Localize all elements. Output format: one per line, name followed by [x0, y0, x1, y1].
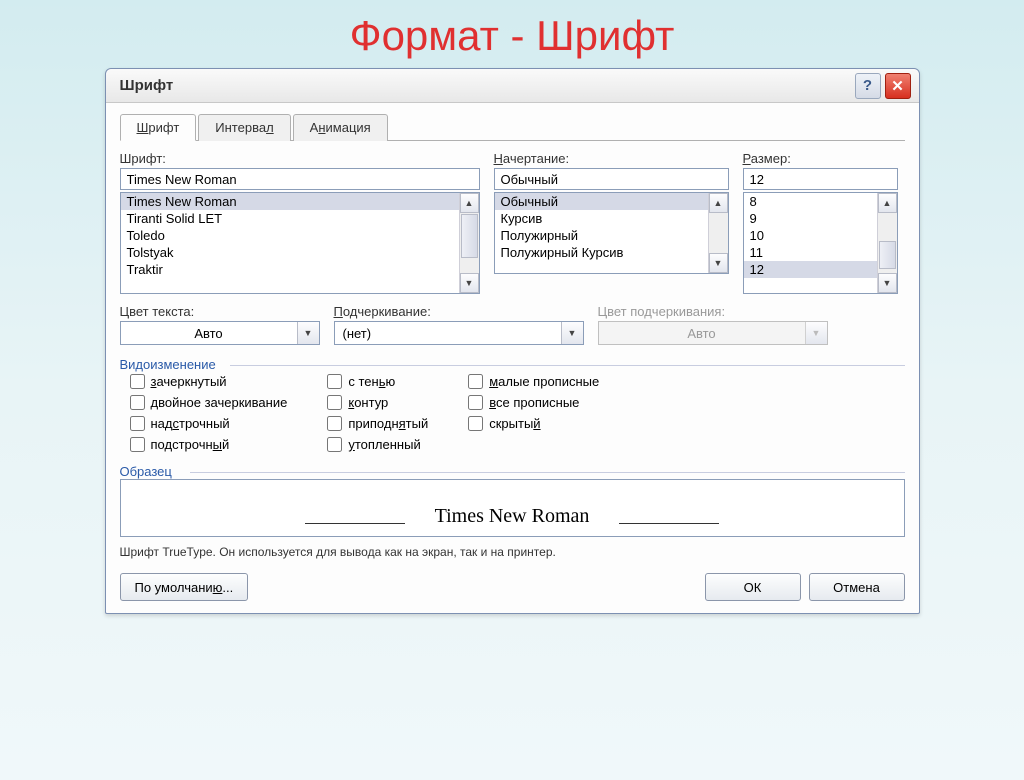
size-input[interactable] — [743, 168, 898, 190]
list-item[interactable]: Курсив — [495, 210, 708, 227]
font-label: Шрифт: — [120, 151, 480, 166]
list-item[interactable]: Times New Roman — [121, 193, 459, 210]
check-allcaps[interactable]: все прописные — [468, 395, 599, 410]
list-item[interactable]: Полужирный Курсив — [495, 244, 708, 261]
check-engrave[interactable]: утопленный — [327, 437, 428, 452]
list-item[interactable]: Tiranti Solid LET — [121, 210, 459, 227]
check-strikethrough[interactable]: зачеркнутый — [130, 374, 288, 389]
check-superscript[interactable]: надстрочный — [130, 416, 288, 431]
scroll-up-icon[interactable]: ▲ — [709, 193, 728, 213]
underline-color-dropdown: Авто ▼ — [598, 321, 828, 345]
list-item[interactable]: 11 — [744, 244, 877, 261]
list-item[interactable]: Обычный — [495, 193, 708, 210]
slide-title: Формат - Шрифт — [0, 12, 1024, 60]
default-button[interactable]: По умолчанию... — [120, 573, 249, 601]
text-color-label: Цвет текста: — [120, 304, 320, 319]
style-listbox[interactable]: Обычный Курсив Полужирный Полужирный Кур… — [494, 192, 729, 274]
scrollbar[interactable]: ▲ ▼ — [459, 193, 479, 293]
check-emboss[interactable]: приподнятый — [327, 416, 428, 431]
scroll-up-icon[interactable]: ▲ — [878, 193, 897, 213]
check-smallcaps[interactable]: малые прописные — [468, 374, 599, 389]
scrollbar[interactable]: ▲ ▼ — [708, 193, 728, 273]
check-shadow[interactable]: с тенью — [327, 374, 428, 389]
tab-font[interactable]: Шрифт — [120, 114, 197, 141]
tabstrip: Шрифт Интервал Анимация — [120, 113, 905, 141]
font-listbox[interactable]: Times New Roman Tiranti Solid LET Toledo… — [120, 192, 480, 294]
check-subscript[interactable]: подстрочный — [130, 437, 288, 452]
list-item[interactable]: Toledo — [121, 227, 459, 244]
style-input[interactable] — [494, 168, 729, 190]
scroll-up-icon[interactable]: ▲ — [460, 193, 479, 213]
style-label: Начертание: — [494, 151, 729, 166]
list-item[interactable]: 12 — [744, 261, 877, 278]
titlebar: Шрифт ? ✕ — [106, 69, 919, 103]
tab-spacing[interactable]: Интервал — [198, 114, 290, 141]
ok-button[interactable]: ОК — [705, 573, 801, 601]
underline-color-label: Цвет подчеркивания: — [598, 304, 828, 319]
size-label: Размер: — [743, 151, 898, 166]
underline-dropdown[interactable]: (нет) ▼ — [334, 321, 584, 345]
list-item[interactable]: 10 — [744, 227, 877, 244]
cancel-button[interactable]: Отмена — [809, 573, 905, 601]
check-outline[interactable]: контур — [327, 395, 428, 410]
list-item[interactable]: 8 — [744, 193, 877, 210]
scroll-down-icon[interactable]: ▼ — [709, 253, 728, 273]
underline-label: Подчеркивание: — [334, 304, 584, 319]
tab-animation[interactable]: Анимация — [293, 114, 388, 141]
chevron-down-icon[interactable]: ▼ — [561, 322, 583, 344]
size-listbox[interactable]: 8 9 10 11 12 ▲ ▼ — [743, 192, 898, 294]
scrollbar[interactable]: ▲ ▼ — [877, 193, 897, 293]
text-color-dropdown[interactable]: Авто ▼ — [120, 321, 320, 345]
list-item[interactable]: 9 — [744, 210, 877, 227]
dialog-title: Шрифт — [120, 77, 851, 94]
list-item[interactable]: Tolstyak — [121, 244, 459, 261]
close-button[interactable]: ✕ — [885, 73, 911, 99]
preview-box: Times New Roman — [120, 479, 905, 537]
scroll-down-icon[interactable]: ▼ — [878, 273, 897, 293]
font-dialog: Шрифт ? ✕ Шрифт Интервал Анимация Шрифт:… — [105, 68, 920, 614]
font-input[interactable] — [120, 168, 480, 190]
chevron-down-icon[interactable]: ▼ — [297, 322, 319, 344]
scroll-down-icon[interactable]: ▼ — [460, 273, 479, 293]
list-item[interactable]: Traktir — [121, 261, 459, 278]
check-double-strike[interactable]: двойное зачеркивание — [130, 395, 288, 410]
help-button[interactable]: ? — [855, 73, 881, 99]
check-hidden[interactable]: скрытый — [468, 416, 599, 431]
chevron-down-icon: ▼ — [805, 322, 827, 344]
preview-text: Times New Roman — [435, 505, 590, 528]
hint-text: Шрифт TrueType. Он используется для выво… — [120, 545, 905, 559]
list-item[interactable]: Полужирный — [495, 227, 708, 244]
